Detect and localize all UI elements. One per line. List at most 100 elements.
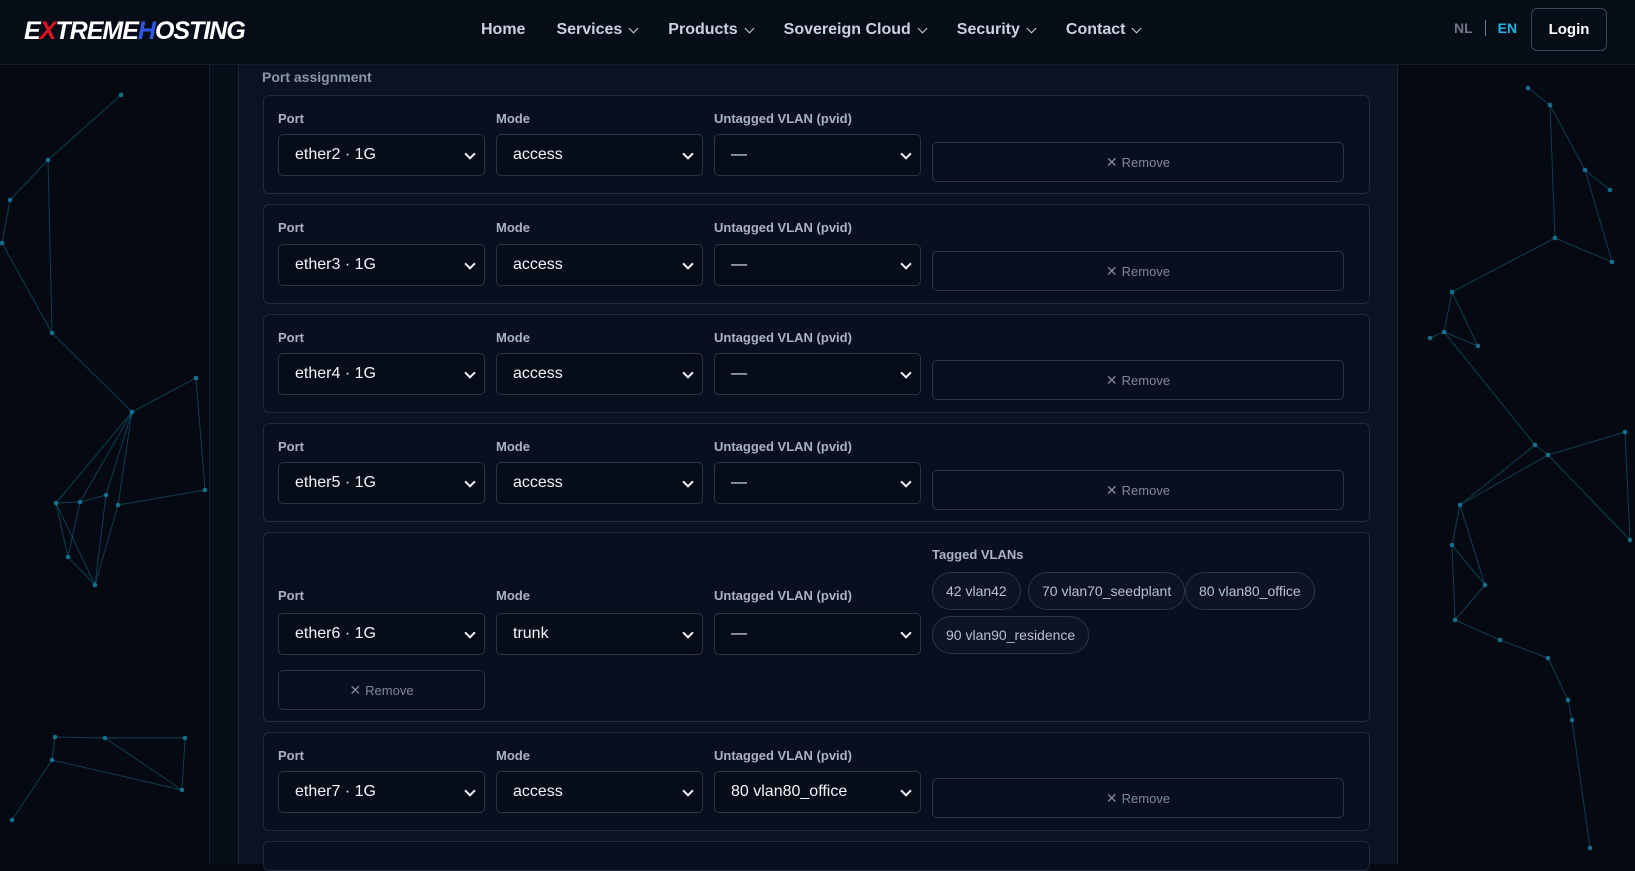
- remove-label: Remove: [1121, 790, 1171, 806]
- port-select[interactable]: ether5 · 1G: [278, 462, 485, 504]
- untagged-vlan-label: Untagged VLAN (pvid): [714, 111, 852, 126]
- network-node: [1449, 289, 1455, 295]
- tagged-vlan-chip[interactable]: 90 vlan90_residence: [932, 616, 1090, 654]
- port-select[interactable]: ether4 · 1G: [278, 353, 485, 395]
- network-node: [65, 554, 71, 560]
- port-select-value: ether3 · 1G: [295, 256, 376, 273]
- chevron-down-icon: [628, 23, 639, 33]
- mode-select[interactable]: trunk: [496, 613, 703, 655]
- untagged-vlan-select[interactable]: —: [714, 462, 921, 504]
- tagged-vlan-chip[interactable]: 80 vlan80_office: [1185, 572, 1315, 610]
- port-select[interactable]: ether6 · 1G: [278, 613, 485, 655]
- chevron-down-icon: [744, 23, 755, 33]
- port-select[interactable]: ether3 · 1G: [278, 244, 485, 286]
- brand-logo[interactable]: EXTREMEHOSTING: [24, 14, 246, 48]
- close-icon: ✕: [1105, 153, 1118, 170]
- mode-select-value: access: [513, 146, 563, 163]
- chevron-down-icon: [464, 367, 476, 379]
- network-edge: [1554, 237, 1613, 263]
- port-row-card: Port Mode Untagged VLAN (pvid) ether2 · …: [263, 95, 1370, 194]
- chevron-down-icon: [1026, 23, 1037, 33]
- close-icon: ✕: [1105, 789, 1118, 806]
- network-edge: [47, 94, 122, 161]
- network-edge: [181, 737, 186, 791]
- network-node: [1547, 102, 1553, 108]
- close-icon: ✕: [349, 681, 362, 698]
- chevron-down-icon: [900, 258, 912, 270]
- chevron-down-icon: [682, 627, 694, 639]
- network-node: [0, 240, 5, 246]
- remove-button[interactable]: ✕ Remove: [932, 142, 1344, 182]
- chevron-down-icon: [464, 785, 476, 797]
- network-edge: [1, 242, 53, 334]
- network-node: [1427, 335, 1433, 341]
- port-select-value: ether2 · 1G: [295, 146, 376, 163]
- network-edge: [94, 494, 107, 586]
- mode-select[interactable]: access: [496, 134, 703, 176]
- mode-select[interactable]: access: [496, 353, 703, 395]
- network-node: [102, 735, 108, 741]
- nav-sovereign-cloud[interactable]: Sovereign Cloud: [784, 21, 928, 39]
- network-node: [1609, 259, 1615, 265]
- network-edge: [1571, 719, 1591, 849]
- remove-button[interactable]: ✕ Remove: [932, 251, 1344, 291]
- untagged-vlan-label: Untagged VLAN (pvid): [714, 439, 852, 454]
- network-node: [1441, 329, 1447, 335]
- network-node: [77, 499, 83, 505]
- chevron-down-icon: [900, 148, 912, 160]
- port-row-card: Port Mode Untagged VLAN (pvid) ether5 · …: [263, 423, 1370, 522]
- port-label: Port: [278, 220, 304, 235]
- close-icon: ✕: [1105, 481, 1118, 498]
- port-select[interactable]: ether2 · 1G: [278, 134, 485, 176]
- mode-label: Mode: [496, 220, 530, 235]
- port-label: Port: [278, 330, 304, 345]
- mode-select[interactable]: access: [496, 771, 703, 813]
- untagged-vlan-select[interactable]: —: [714, 353, 921, 395]
- lang-nl[interactable]: NL: [1454, 20, 1473, 36]
- network-edge: [1567, 699, 1573, 721]
- mode-select-value: access: [513, 474, 563, 491]
- network-node: [53, 500, 59, 506]
- network-edge: [1584, 169, 1611, 191]
- network-node: [1582, 167, 1588, 173]
- network-node: [118, 92, 124, 98]
- nav-security[interactable]: Security: [957, 21, 1037, 39]
- untagged-vlan-select[interactable]: —: [714, 134, 921, 176]
- port-label: Port: [278, 588, 304, 603]
- untagged-vlan-value: 80 vlan80_office: [731, 783, 848, 800]
- network-edge: [1454, 619, 1501, 641]
- mode-label: Mode: [496, 330, 530, 345]
- nav-home[interactable]: Home: [481, 21, 525, 39]
- untagged-vlan-select[interactable]: —: [714, 244, 921, 286]
- network-edge: [104, 737, 183, 791]
- remove-label: Remove: [1121, 482, 1171, 498]
- remove-button[interactable]: ✕ Remove: [278, 670, 485, 710]
- network-node: [1545, 655, 1551, 661]
- login-button[interactable]: Login: [1531, 8, 1607, 51]
- chevron-down-icon: [1132, 23, 1142, 33]
- remove-button[interactable]: ✕ Remove: [932, 778, 1344, 818]
- nav-contact[interactable]: Contact: [1066, 21, 1142, 39]
- tagged-vlan-chip[interactable]: 70 vlan70_seedplant: [1028, 572, 1186, 610]
- nav-products[interactable]: Products: [668, 21, 755, 39]
- remove-button[interactable]: ✕ Remove: [932, 360, 1344, 400]
- untagged-vlan-value: —: [731, 474, 747, 491]
- chevron-down-icon: [682, 476, 694, 488]
- untagged-vlan-select[interactable]: —: [714, 613, 921, 655]
- remove-button[interactable]: ✕ Remove: [932, 470, 1344, 510]
- network-node: [1622, 429, 1628, 435]
- network-node: [1482, 582, 1488, 588]
- chevron-down-icon: [682, 258, 694, 270]
- tagged-vlan-chip[interactable]: 42 vlan42: [932, 572, 1021, 610]
- chevron-down-icon: [682, 148, 694, 160]
- lang-en[interactable]: EN: [1498, 20, 1517, 36]
- network-edge: [1459, 454, 1549, 506]
- network-edge: [54, 736, 106, 739]
- network-node: [1457, 502, 1463, 508]
- untagged-vlan-label: Untagged VLAN (pvid): [714, 588, 852, 603]
- port-select[interactable]: ether7 · 1G: [278, 771, 485, 813]
- mode-select[interactable]: access: [496, 244, 703, 286]
- mode-select[interactable]: access: [496, 462, 703, 504]
- untagged-vlan-select[interactable]: 80 vlan80_office: [714, 771, 921, 813]
- nav-services[interactable]: Services: [556, 21, 639, 39]
